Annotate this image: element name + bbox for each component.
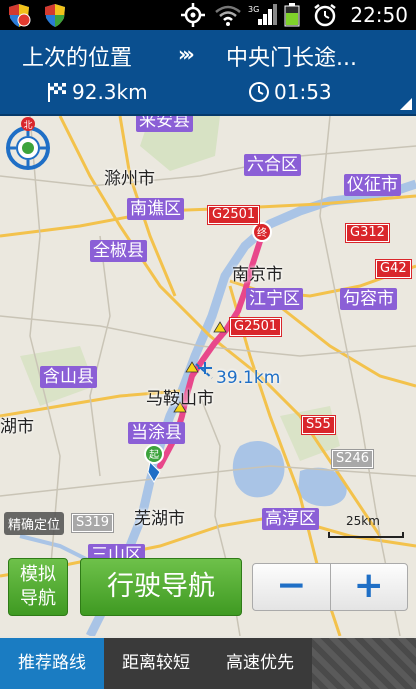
- zoom-in-button[interactable]: +: [331, 564, 408, 610]
- status-bar: 3G 22:50: [0, 0, 416, 30]
- highway-shield: S55: [301, 415, 336, 435]
- scale-bar: [328, 532, 404, 538]
- clock-icon: [249, 82, 269, 102]
- city-label: 南京市: [232, 265, 283, 285]
- distance-value: 92.3km: [72, 80, 148, 104]
- simulate-label-line1: 模拟: [20, 564, 56, 585]
- district-label: 江宁区: [246, 288, 303, 310]
- duration-info: 01:53: [248, 80, 332, 104]
- battery-icon: [284, 3, 300, 27]
- svg-text:3G: 3G: [248, 5, 259, 14]
- alarm-icon: [314, 4, 336, 27]
- arrows-icon: ›››: [178, 42, 195, 66]
- district-label: 仪征市: [344, 174, 401, 196]
- district-label: 句容市: [340, 288, 397, 310]
- signal-3g-icon: 3G: [248, 4, 277, 25]
- shield-icon: [45, 4, 65, 27]
- start-navigation-button[interactable]: 行驶导航: [80, 558, 242, 616]
- duration-value: 01:53: [274, 80, 332, 104]
- district-label: 含山县: [40, 366, 97, 388]
- district-label: 南谯区: [127, 198, 184, 220]
- start-marker[interactable]: 起: [144, 444, 164, 464]
- simulate-navigation-button[interactable]: 模拟 导航: [8, 558, 68, 616]
- tab-highway-first[interactable]: 高速优先: [208, 638, 312, 689]
- city-label: 马鞍山市: [146, 389, 214, 409]
- district-label: 当涂县: [128, 422, 185, 444]
- shield-refresh-icon: [9, 4, 31, 27]
- clock: 22:50: [350, 3, 408, 27]
- gps-icon: [181, 3, 205, 27]
- city-label: 湖市: [0, 417, 34, 437]
- route-header[interactable]: 上次的位置 ››› 中央门长途... 92.3km 01:53: [0, 30, 416, 116]
- checkered-flag-icon: [48, 83, 66, 102]
- start-marker-label: 起: [149, 449, 159, 461]
- road-shield: S319: [70, 513, 115, 533]
- scale-label: 25km: [346, 514, 380, 528]
- navigation-screen: 3G 22:50 上次的位置 ››› 中央门长途... 92.3km 01:53…: [0, 0, 416, 689]
- highway-shield: G42: [375, 259, 412, 279]
- highway-shield: G2501: [206, 205, 261, 225]
- destination-label: 中央门长途...: [226, 46, 357, 71]
- compass-icon[interactable]: 北: [0, 116, 56, 172]
- highway-shield: G312: [345, 223, 390, 243]
- tab-recommended[interactable]: 推荐路线: [0, 638, 104, 689]
- blurred-area: [312, 638, 416, 689]
- highway-shield: G2501: [228, 317, 283, 337]
- district-label: 高淳区: [262, 508, 319, 530]
- road-shield: S246: [330, 449, 375, 469]
- route-option-tabs: 推荐路线 距离较短 高速优先: [0, 638, 416, 689]
- district-label: 六合区: [244, 154, 301, 176]
- zoom-out-button[interactable]: −: [253, 564, 331, 610]
- compass-north-label: 北: [23, 120, 32, 131]
- route-distance-label: 39.1km: [216, 368, 281, 388]
- city-label: 芜湖市: [134, 509, 185, 529]
- end-marker[interactable]: 终: [252, 222, 272, 242]
- tab-shortest[interactable]: 距离较短: [104, 638, 208, 689]
- expand-corner-icon: [400, 98, 412, 110]
- simulate-label-line2: 导航: [20, 588, 56, 609]
- origin-label: 上次的位置: [22, 46, 133, 71]
- end-marker-label: 终: [257, 226, 267, 239]
- city-label: 滁州市: [104, 169, 155, 189]
- district-label: 来安县: [136, 116, 193, 132]
- distance-info: 92.3km: [46, 80, 148, 104]
- precise-locate-button[interactable]: 精确定位: [4, 512, 65, 535]
- wifi-icon: [215, 5, 241, 26]
- zoom-controls: − +: [252, 563, 408, 611]
- district-label: 全椒县: [90, 240, 147, 262]
